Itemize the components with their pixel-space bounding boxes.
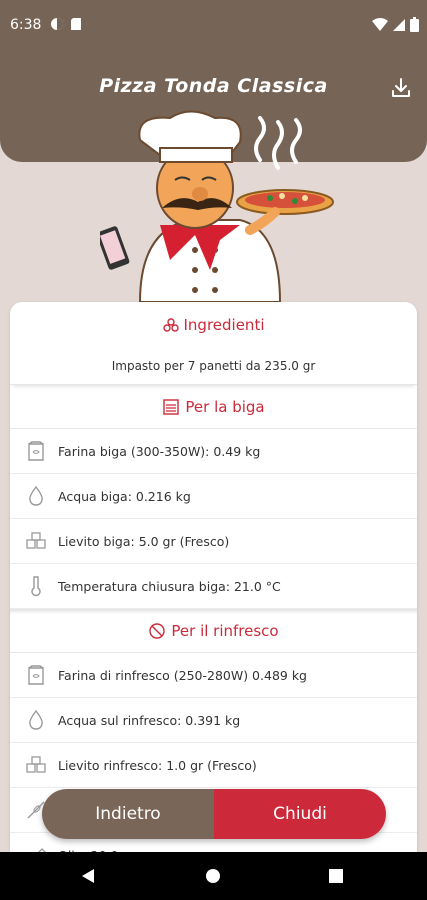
signal-icon <box>393 18 405 31</box>
ingredients-icon <box>162 317 179 332</box>
close-button[interactable]: Chiudi <box>214 789 386 839</box>
row-text: Lievito rinfresco: 1.0 gr (Fresco) <box>58 757 257 773</box>
action-buttons: Indietro Chiudi <box>42 789 386 839</box>
flour-bag-icon <box>28 441 44 461</box>
list-item: Temperatura chiusura biga: 21.0 °C <box>10 564 417 609</box>
row-text: Farina di rinfresco (250-280W) 0.489 kg <box>58 667 307 683</box>
nav-recents-icon[interactable] <box>329 869 343 883</box>
rinfresco-label: Per il rinfresco <box>171 622 279 640</box>
row-text: Farina biga (300-350W): 0.49 kg <box>58 443 261 459</box>
back-button[interactable]: Indietro <box>42 789 214 839</box>
ingredienti-label: Ingredienti <box>183 315 265 334</box>
row-text: Temperatura chiusura biga: 21.0 °C <box>58 578 281 594</box>
chef-illustration <box>100 110 334 302</box>
thermometer-icon <box>31 576 41 597</box>
water-drop-icon <box>29 485 43 506</box>
rinfresco-heading: Per il rinfresco <box>10 609 417 653</box>
water-drop-icon <box>29 709 43 730</box>
list-item: Lievito rinfresco: 1.0 gr (Fresco) <box>10 743 417 788</box>
nav-back-icon[interactable] <box>80 868 96 884</box>
biga-label: Per la biga <box>185 397 265 416</box>
nav-home-icon[interactable] <box>205 868 221 884</box>
status-system-icons <box>372 17 419 32</box>
biga-icon <box>163 398 180 415</box>
flour-bag-icon <box>28 665 44 685</box>
list-item: Acqua biga: 0.216 kg <box>10 474 417 519</box>
wifi-icon <box>372 17 388 31</box>
system-nav-bar <box>0 852 427 900</box>
biga-heading: Per la biga <box>10 385 417 429</box>
status-time: 6:38 <box>10 17 42 33</box>
yeast-cubes-icon <box>26 756 46 773</box>
row-text: Acqua sul rinfresco: 0.391 kg <box>58 712 241 728</box>
status-bar: 6:38 <box>0 0 427 52</box>
ingredienti-heading: Ingredienti <box>10 302 417 347</box>
download-icon[interactable] <box>389 76 413 100</box>
rinfresco-icon <box>149 623 166 639</box>
row-text: Lievito biga: 5.0 gr (Fresco) <box>58 533 230 549</box>
list-item: Farina di rinfresco (250-280W) 0.489 kg <box>10 653 417 698</box>
sd-card-icon <box>71 18 81 30</box>
list-item: Acqua sul rinfresco: 0.391 kg <box>10 698 417 743</box>
list-item: Farina biga (300-350W): 0.49 kg <box>10 429 417 474</box>
yeast-cubes-icon <box>26 532 46 549</box>
status-notification-icons <box>50 17 82 31</box>
list-item: Lievito biga: 5.0 gr (Fresco) <box>10 519 417 564</box>
battery-icon <box>410 17 419 32</box>
row-text: Acqua biga: 0.216 kg <box>58 488 191 504</box>
page-title: Pizza Tonda Classica <box>99 75 328 97</box>
dough-summary: Impasto per 7 panetti da 235.0 gr <box>10 347 417 385</box>
app-notification-icon <box>51 18 63 30</box>
recipe-card: Ingredienti Impasto per 7 panetti da 235… <box>10 302 417 862</box>
